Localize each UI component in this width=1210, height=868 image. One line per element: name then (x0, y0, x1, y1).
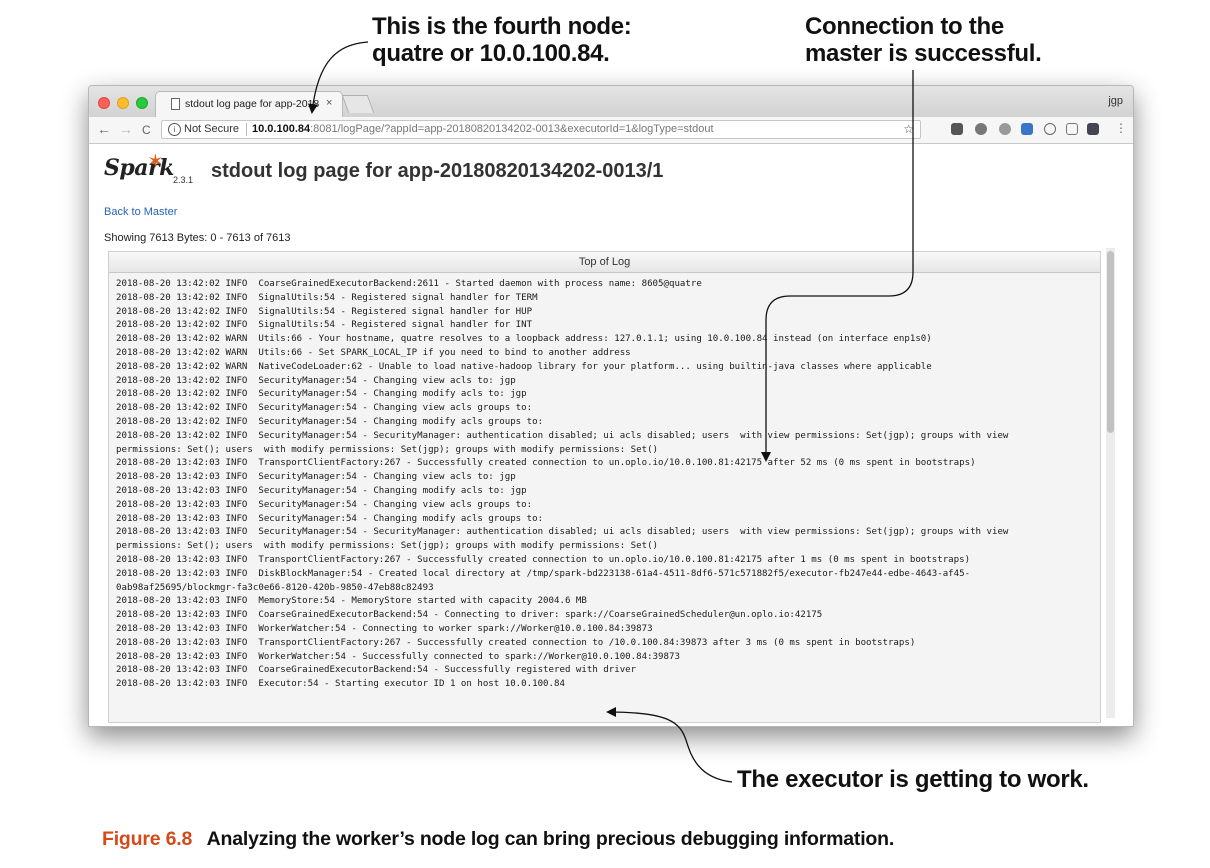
camera-extension-icon[interactable] (1066, 123, 1078, 135)
log-line: 2018-08-20 13:42:03 INFO WorkerWatcher:5… (116, 651, 680, 662)
annotation-fourth-node: This is the fourth node: quatre or 10.0.… (372, 13, 632, 67)
browser-window: stdout log page for app-2018 × jgp ← → C… (88, 85, 1134, 727)
log-line: 2018-08-20 13:42:02 INFO SecurityManager… (116, 416, 544, 427)
browser-toolbar: ← → C i Not Secure 10.0.100.84:8081/logP… (89, 117, 1133, 144)
tab-bar: stdout log page for app-2018 × jgp (89, 86, 1133, 117)
log-line: 2018-08-20 13:42:03 INFO SecurityManager… (116, 499, 533, 510)
info-icon[interactable]: i (168, 123, 181, 136)
log-line: 2018-08-20 13:42:03 INFO TransportClient… (116, 637, 916, 648)
tab-stdout-log[interactable]: stdout log page for app-2018 × (155, 91, 343, 117)
annotation-fourth-node-line-2: quatre or 10.0.100.84. (372, 40, 610, 67)
log-line: 2018-08-20 13:42:03 INFO WorkerWatcher:5… (116, 623, 653, 634)
log-line: 2018-08-20 13:42:03 INFO SecurityManager… (116, 472, 516, 483)
annotation-fourth-node-line-1: This is the fourth node: (372, 13, 632, 40)
log-line: 2018-08-20 13:42:02 INFO SecurityManager… (116, 375, 516, 386)
log-line: 2018-08-20 13:42:02 INFO SecurityManager… (116, 403, 533, 414)
annotation-connection: Connection to the master is successful. (805, 13, 1042, 67)
minimize-window-button[interactable] (117, 97, 129, 109)
log-output: 2018-08-20 13:42:02 INFO CoarseGrainedEx… (116, 278, 1096, 692)
forward-arrow-icon[interactable]: → (119, 121, 133, 137)
globe-extension-icon[interactable] (999, 123, 1011, 135)
log-line: 2018-08-20 13:42:03 INFO TransportClient… (116, 458, 976, 469)
scrollbar-thumb[interactable] (1107, 251, 1114, 433)
onepassword-extension-icon[interactable] (1044, 123, 1056, 135)
maximize-window-button[interactable] (136, 97, 148, 109)
bookmark-star-icon[interactable]: ☆ (903, 122, 914, 136)
top-of-log-button[interactable]: Top of Log (109, 252, 1100, 273)
log-line: permissions: Set(); users with modify pe… (116, 444, 659, 455)
security-label: Not Secure (184, 123, 240, 135)
log-line: 2018-08-20 13:42:02 INFO SignalUtils:54 … (116, 306, 533, 317)
log-line: 2018-08-20 13:42:03 INFO TransportClient… (116, 554, 971, 565)
annotation-connection-line-2: master is successful. (805, 40, 1042, 67)
recycle-extension-icon[interactable] (975, 123, 987, 135)
spark-version: 2.3.1 (173, 175, 194, 185)
log-line: permissions: Set(); users with modify pe… (116, 541, 659, 552)
log-line: 2018-08-20 13:42:03 INFO MemoryStore:54 … (116, 596, 587, 607)
spark-star-icon: ✶ (147, 151, 164, 173)
log-container: Top of Log 2018-08-20 13:42:02 INFO Coar… (108, 251, 1101, 723)
back-to-master-link[interactable]: Back to Master (104, 206, 177, 218)
log-line: 2018-08-20 13:42:02 INFO SignalUtils:54 … (116, 320, 533, 331)
address-bar[interactable]: i Not Secure 10.0.100.84:8081/logPage/?a… (161, 120, 921, 139)
log-line: 2018-08-20 13:42:02 WARN Utils:66 - Your… (116, 334, 932, 345)
tab-title: stdout log page for app-2018 (185, 98, 320, 110)
log-line: 2018-08-20 13:42:02 WARN Utils:66 - Set … (116, 347, 631, 358)
address-separator (246, 123, 247, 136)
log-line: 2018-08-20 13:42:03 INFO DiskBlockManage… (116, 568, 971, 579)
log-line: 2018-08-20 13:42:02 WARN NativeCodeLoade… (116, 361, 932, 372)
log-scrollbar[interactable] (1106, 248, 1115, 718)
figure-caption-text: Analyzing the worker’s node log can brin… (206, 828, 895, 850)
page-content: ✶ Spark 2.3.1 stdout log page for app-20… (89, 144, 1133, 726)
log-line: 2018-08-20 13:42:03 INFO Executor:54 - S… (116, 679, 565, 690)
log-line: 0ab98af25695/blockmgr-fa3c0e66-8120-420b… (116, 582, 434, 593)
bytes-showing-text: Showing 7613 Bytes: 0 - 7613 of 7613 (104, 232, 291, 244)
log-line: 2018-08-20 13:42:03 INFO CoarseGrainedEx… (116, 665, 637, 676)
url-text: 10.0.100.84:8081/logPage/?appId=app-2018… (252, 123, 714, 135)
evernote-extension-icon[interactable] (951, 123, 963, 135)
figure-caption: Figure 6.8 Analyzing the worker’s node l… (102, 828, 894, 851)
log-line: 2018-08-20 13:42:03 INFO SecurityManager… (116, 527, 1009, 538)
profile-name[interactable]: jgp (1108, 95, 1123, 107)
back-arrow-icon[interactable]: ← (97, 121, 111, 137)
reload-icon[interactable]: C (142, 123, 151, 137)
spark-logo: ✶ Spark 2.3.1 (104, 151, 193, 185)
log-line: 2018-08-20 13:42:02 INFO SecurityManager… (116, 389, 527, 400)
log-line: 2018-08-20 13:42:02 INFO SecurityManager… (116, 430, 1009, 441)
page-title: stdout log page for app-20180820134202-0… (211, 160, 664, 182)
page-icon (171, 98, 180, 110)
url-path: :8081/logPage/?appId=app-20180820134202-… (310, 123, 714, 135)
annotation-executor: The executor is getting to work. (737, 766, 1089, 793)
log-line: 2018-08-20 13:42:03 INFO CoarseGrainedEx… (116, 610, 823, 621)
annotation-connection-line-1: Connection to the (805, 13, 1004, 40)
calendar-extension-icon[interactable] (1021, 123, 1033, 135)
figure-label: Figure 6.8 (102, 828, 193, 850)
tab-close-icon[interactable]: × (326, 97, 332, 109)
log-line: 2018-08-20 13:42:03 INFO SecurityManager… (116, 513, 544, 524)
menu-kebab-icon[interactable]: ⋮ (1115, 121, 1127, 135)
new-tab-button[interactable] (341, 95, 375, 113)
log-line: 2018-08-20 13:42:02 INFO SignalUtils:54 … (116, 292, 538, 303)
close-window-button[interactable] (98, 97, 110, 109)
url-host: 10.0.100.84 (252, 123, 311, 135)
log-line: 2018-08-20 13:42:03 INFO SecurityManager… (116, 485, 527, 496)
log-line: 2018-08-20 13:42:02 INFO CoarseGrainedEx… (116, 279, 702, 289)
translate-extension-icon[interactable] (1087, 123, 1099, 135)
